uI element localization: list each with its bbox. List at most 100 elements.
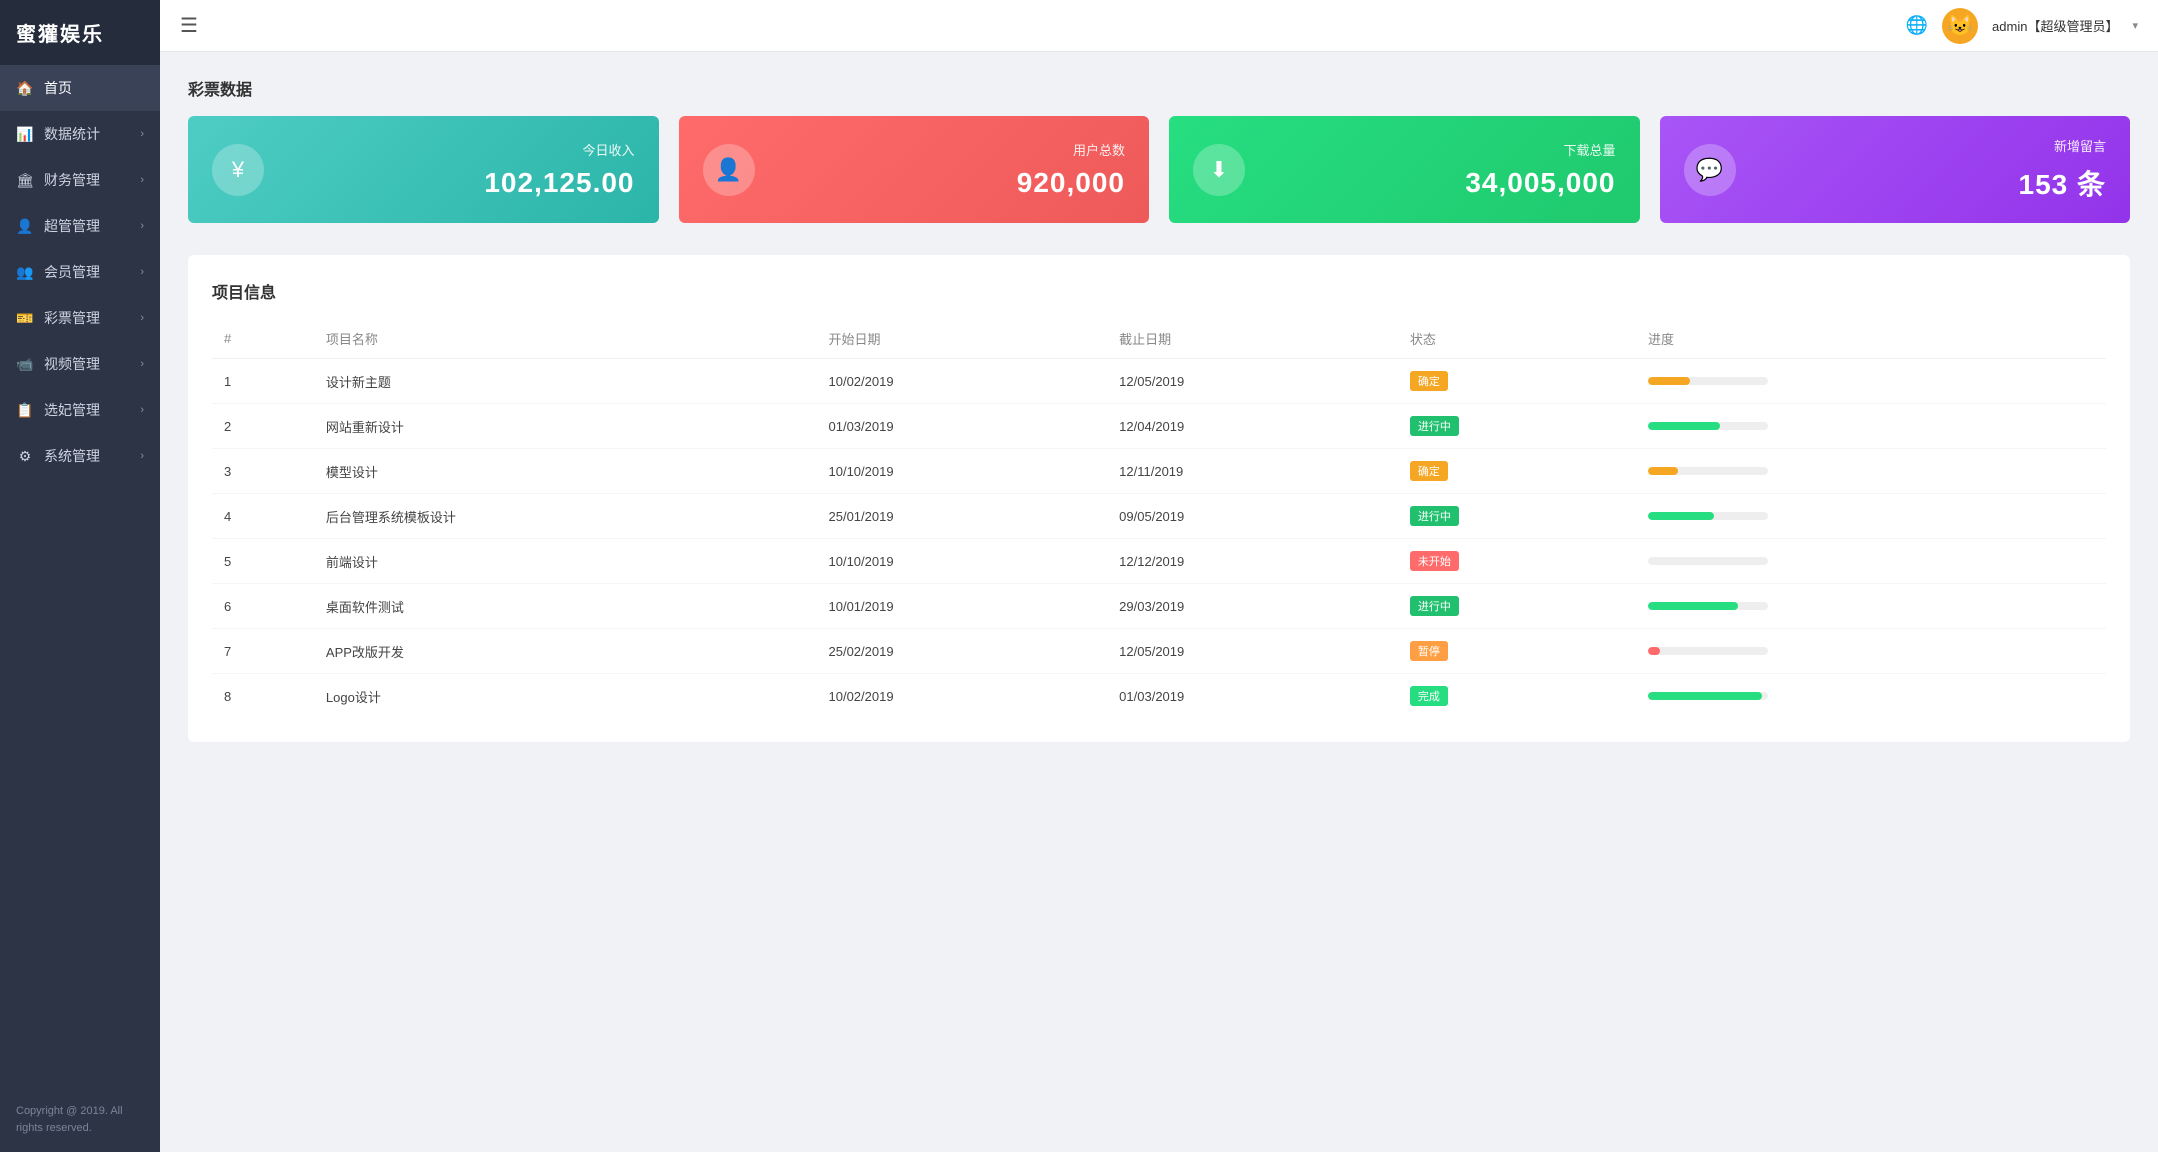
sidebar-label-home: 首页 — [44, 78, 72, 98]
row-start: 10/01/2019 — [817, 584, 1108, 629]
progress-bar-fill — [1648, 422, 1720, 430]
stat-card-revenue: ¥ 今日收入 102,125.00 — [188, 116, 659, 223]
table-row: 4 后台管理系统模板设计 25/01/2019 09/05/2019 进行中 — [212, 494, 2106, 539]
sidebar-icon-data-stats: 📊 — [16, 125, 34, 143]
row-end: 01/03/2019 — [1107, 674, 1398, 719]
table-row: 1 设计新主题 10/02/2019 12/05/2019 确定 — [212, 359, 2106, 404]
row-start: 10/10/2019 — [817, 449, 1108, 494]
status-badge: 进行中 — [1410, 416, 1459, 436]
progress-bar-wrap — [1648, 512, 1768, 520]
row-start: 10/10/2019 — [817, 539, 1108, 584]
row-progress — [1636, 359, 2106, 404]
progress-bar-wrap — [1648, 692, 1768, 700]
progress-bar-fill — [1648, 377, 1690, 385]
table-row: 3 模型设计 10/10/2019 12/11/2019 确定 — [212, 449, 2106, 494]
stat-info-revenue: 今日收入 102,125.00 — [484, 140, 634, 199]
row-status: 确定 — [1398, 359, 1636, 404]
row-status: 确定 — [1398, 449, 1636, 494]
header-right: 🌐 😺 admin【超级管理员】 ▾ — [1906, 8, 2138, 44]
username-label[interactable]: admin【超级管理员】 — [1992, 16, 2118, 35]
stat-info-users: 用户总数 920,000 — [1017, 140, 1125, 199]
stat-info-messages: 新增留言 153 条 — [2019, 136, 2107, 203]
sidebar-label-finance: 财务管理 — [44, 170, 100, 190]
row-name: Logo设计 — [314, 674, 817, 719]
col-header: 开始日期 — [817, 319, 1108, 359]
row-name: 桌面软件测试 — [314, 584, 817, 629]
globe-icon[interactable]: 🌐 — [1906, 15, 1928, 36]
table-row: 7 APP改版开发 25/02/2019 12/05/2019 暂停 — [212, 629, 2106, 674]
row-progress — [1636, 674, 2106, 719]
sidebar: 蜜獾娱乐 🏠 首页 📊 数据统计 › 🏛 财务管理 › 👤 超管管理 › 👥 会… — [0, 0, 160, 1152]
col-header: # — [212, 319, 314, 359]
sidebar-icon-home: 🏠 — [16, 79, 34, 97]
row-id: 7 — [212, 629, 314, 674]
stat-label-revenue: 今日收入 — [484, 140, 634, 159]
row-end: 12/12/2019 — [1107, 539, 1398, 584]
sidebar-icon-video: 📹 — [16, 355, 34, 373]
stats-cards: ¥ 今日收入 102,125.00 👤 用户总数 920,000 ⬇ 下载总量 … — [188, 116, 2130, 223]
row-start: 25/02/2019 — [817, 629, 1108, 674]
progress-bar-fill — [1648, 512, 1714, 520]
row-id: 2 — [212, 404, 314, 449]
sidebar-item-data-stats[interactable]: 📊 数据统计 › — [0, 111, 160, 157]
row-id: 8 — [212, 674, 314, 719]
sidebar-label-super-admin: 超管管理 — [44, 216, 100, 236]
table-row: 6 桌面软件测试 10/01/2019 29/03/2019 进行中 — [212, 584, 2106, 629]
col-header: 状态 — [1398, 319, 1636, 359]
row-name: 网站重新设计 — [314, 404, 817, 449]
row-progress — [1636, 629, 2106, 674]
row-status: 未开始 — [1398, 539, 1636, 584]
row-end: 12/05/2019 — [1107, 359, 1398, 404]
row-start: 10/02/2019 — [817, 674, 1108, 719]
row-status: 进行中 — [1398, 584, 1636, 629]
sidebar-nav: 🏠 首页 📊 数据统计 › 🏛 财务管理 › 👤 超管管理 › 👥 会员管理 ›… — [0, 65, 160, 1087]
stat-icon-messages: 💬 — [1684, 144, 1736, 196]
sidebar-label-lottery: 彩票管理 — [44, 308, 100, 328]
stat-card-messages: 💬 新增留言 153 条 — [1660, 116, 2131, 223]
progress-bar-wrap — [1648, 647, 1768, 655]
stat-card-users: 👤 用户总数 920,000 — [679, 116, 1150, 223]
project-table-body: 1 设计新主题 10/02/2019 12/05/2019 确定 2 网站重新设… — [212, 359, 2106, 719]
row-status: 暂停 — [1398, 629, 1636, 674]
header: ☰ 🌐 😺 admin【超级管理员】 ▾ — [160, 0, 2158, 52]
stats-section-title: 彩票数据 — [188, 76, 2130, 100]
row-name: 设计新主题 — [314, 359, 817, 404]
sidebar-copyright: Copyright @ 2019. All rights reserved. — [0, 1087, 160, 1152]
stat-icon-downloads: ⬇ — [1193, 144, 1245, 196]
stat-label-downloads: 下载总量 — [1465, 140, 1615, 159]
sidebar-arrow-finance: › — [140, 174, 144, 186]
status-badge: 确定 — [1410, 461, 1448, 481]
sidebar-item-system[interactable]: ⚙ 系统管理 › — [0, 433, 160, 479]
status-badge: 暂停 — [1410, 641, 1448, 661]
main-area: ☰ 🌐 😺 admin【超级管理员】 ▾ 彩票数据 ¥ 今日收入 102,125… — [160, 0, 2158, 1152]
row-name: APP改版开发 — [314, 629, 817, 674]
row-end: 12/04/2019 — [1107, 404, 1398, 449]
sidebar-arrow-member: › — [140, 266, 144, 278]
sidebar-item-lottery[interactable]: 🎫 彩票管理 › — [0, 295, 160, 341]
sidebar-item-home[interactable]: 🏠 首页 — [0, 65, 160, 111]
sidebar-item-member[interactable]: 👥 会员管理 › — [0, 249, 160, 295]
sidebar-item-finance[interactable]: 🏛 财务管理 › — [0, 157, 160, 203]
progress-bar-fill — [1648, 602, 1738, 610]
user-dropdown-arrow[interactable]: ▾ — [2132, 19, 2138, 32]
sidebar-arrow-system: › — [140, 450, 144, 462]
row-start: 10/02/2019 — [817, 359, 1108, 404]
row-progress — [1636, 494, 2106, 539]
sidebar-icon-lottery: 🎫 — [16, 309, 34, 327]
row-progress — [1636, 584, 2106, 629]
status-badge: 未开始 — [1410, 551, 1459, 571]
row-id: 3 — [212, 449, 314, 494]
avatar[interactable]: 😺 — [1942, 8, 1978, 44]
project-table-header-row: #项目名称开始日期截止日期状态进度 — [212, 319, 2106, 359]
row-start: 25/01/2019 — [817, 494, 1108, 539]
sidebar-item-super-admin[interactable]: 👤 超管管理 › — [0, 203, 160, 249]
hamburger-icon[interactable]: ☰ — [180, 13, 198, 38]
row-id: 5 — [212, 539, 314, 584]
sidebar-item-memo[interactable]: 📋 选妃管理 › — [0, 387, 160, 433]
progress-bar-wrap — [1648, 377, 1768, 385]
stat-value-messages: 153 条 — [2019, 163, 2107, 203]
project-table-head: #项目名称开始日期截止日期状态进度 — [212, 319, 2106, 359]
sidebar-item-video[interactable]: 📹 视频管理 › — [0, 341, 160, 387]
sidebar-icon-member: 👥 — [16, 263, 34, 281]
table-row: 5 前端设计 10/10/2019 12/12/2019 未开始 — [212, 539, 2106, 584]
